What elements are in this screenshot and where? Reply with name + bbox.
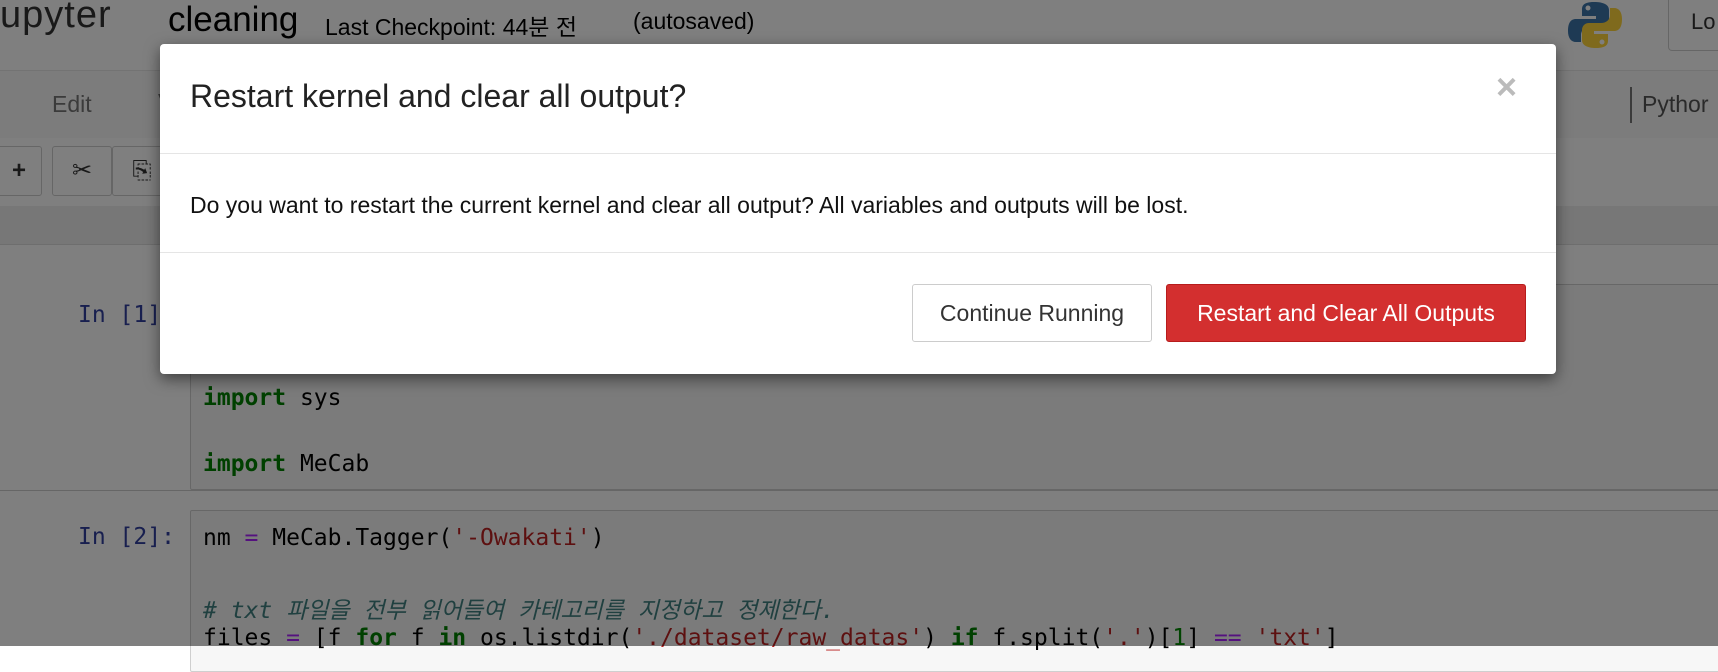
dialog-header-divider (160, 153, 1556, 154)
restart-clear-outputs-button[interactable]: Restart and Clear All Outputs (1166, 284, 1526, 342)
restart-kernel-dialog: Restart kernel and clear all output? × D… (160, 44, 1556, 374)
dialog-message: Do you want to restart the current kerne… (190, 192, 1189, 218)
continue-running-button[interactable]: Continue Running (912, 284, 1152, 342)
dialog-footer-divider (160, 252, 1556, 253)
dialog-title: Restart kernel and clear all output? (190, 78, 687, 114)
close-icon[interactable]: × (1496, 66, 1517, 108)
